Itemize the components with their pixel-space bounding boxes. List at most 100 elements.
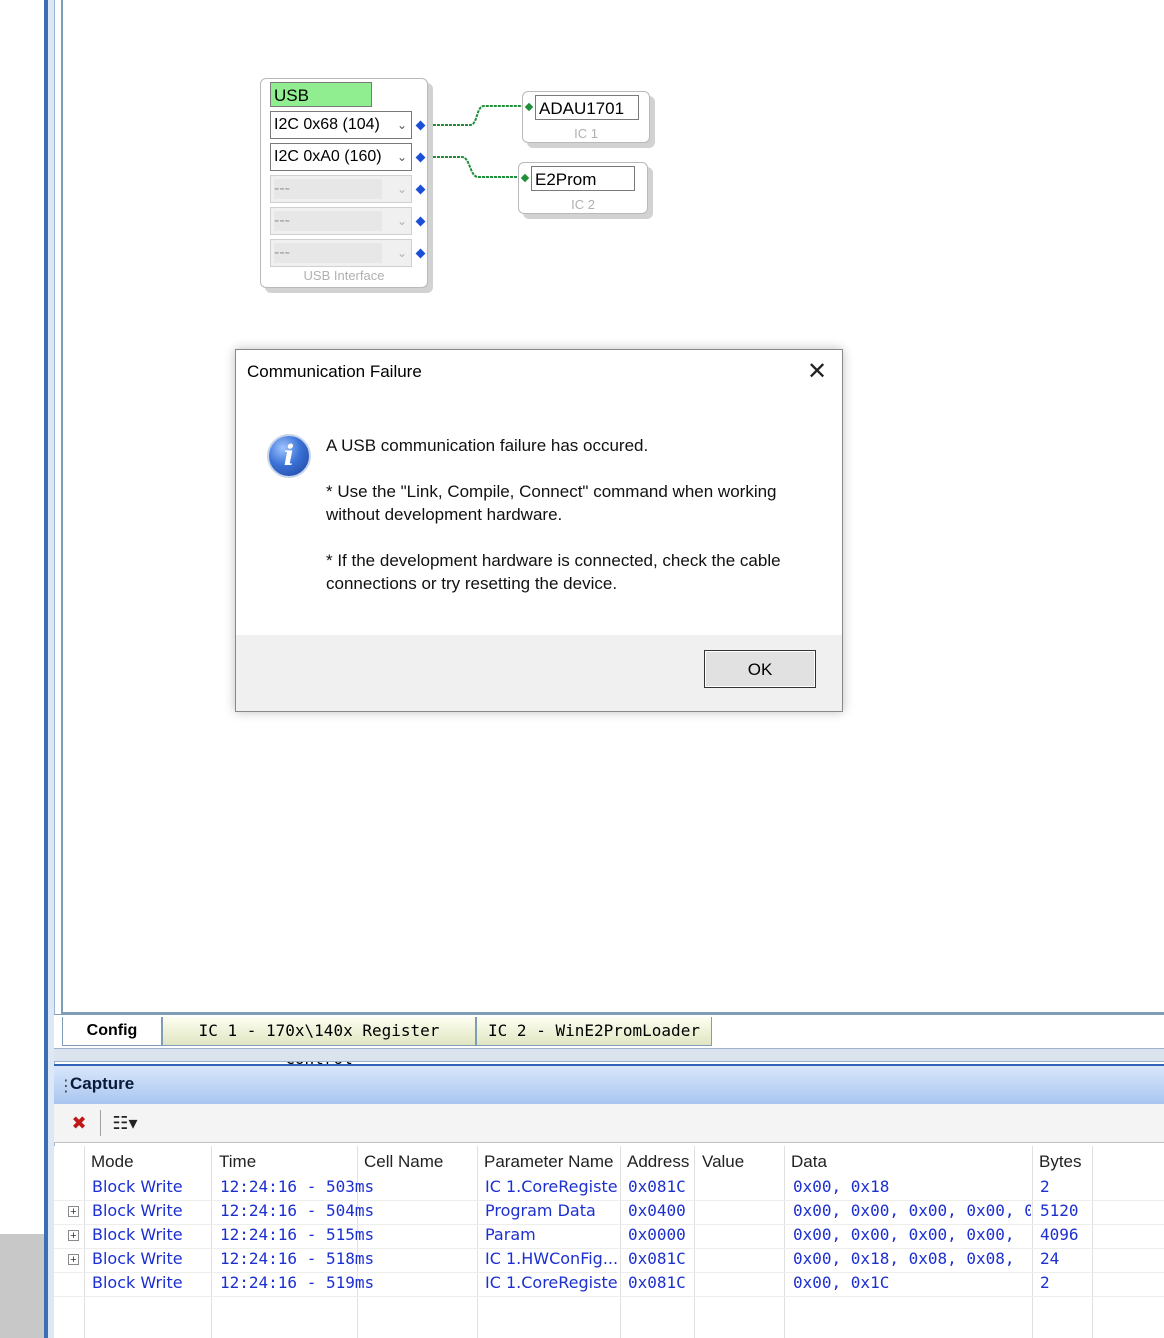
dialog-message-line-2: * Use the "Link, Compile, Connect" comma… [326,482,777,524]
usb-channel-5-select: --- ⌄ [270,239,412,267]
table-row[interactable]: + Block Write 12:24:16 - 515ms Param 0x0… [54,1224,1164,1249]
output-pin-4[interactable] [415,216,426,227]
cell-address: 0x081C [628,1273,686,1292]
ic2-name: E2Prom [531,166,635,191]
capture-toolbar: ✖ ☷▾ [54,1104,1164,1143]
usb-channel-1-label: I2C 0x68 (104) [274,116,380,133]
column-header-value[interactable]: Value [702,1152,744,1172]
cell-data: 0x00, 0x1C [793,1273,890,1292]
usb-channel-1-select[interactable]: I2C 0x68 (104) ⌄ [270,111,412,139]
usb-interface-block[interactable]: USB I2C 0x68 (104) ⌄ I2C 0xA0 (160) ⌄ --… [260,78,428,288]
dialog-message: A USB communication failure has occured.… [326,434,826,618]
cell-parameter-name: IC 1.CoreRegister [485,1273,619,1292]
cell-data: 0x00, 0x00, 0x00, 0x00, [793,1225,1015,1244]
panel-splitter[interactable] [54,1048,1164,1062]
cell-data: 0x00, 0x18, 0x08, 0x08, [793,1249,1015,1268]
clear-capture-icon[interactable]: ✖ [66,1110,92,1136]
usb-block-footer: USB Interface [303,268,385,283]
expand-icon[interactable]: + [68,1206,79,1218]
cell-mode: Block Write [92,1225,183,1244]
usb-channel-2-select[interactable]: I2C 0xA0 (160) ⌄ [270,143,412,171]
communication-failure-dialog: Communication Failure ✕ i A USB communic… [235,349,843,712]
expand-icon[interactable]: + [68,1230,79,1242]
cell-address: 0x081C [628,1249,686,1268]
output-pin-2[interactable] [415,152,426,163]
chevron-down-icon: ⌄ [396,246,407,260]
left-panel-edge [0,1234,46,1338]
column-header-cell-name[interactable]: Cell Name [364,1152,443,1172]
output-pin-5[interactable] [415,248,426,259]
dialog-title: Communication Failure [247,362,422,381]
dialog-message-line-1: A USB communication failure has occured. [326,436,649,455]
ic1-input-pin[interactable] [524,102,534,112]
cell-data: 0x00, 0x18 [793,1177,890,1196]
info-icon: i [267,434,311,478]
columns-dropdown-icon[interactable]: ☷▾ [108,1110,142,1136]
cell-time: 12:24:16 - 515ms [220,1225,375,1244]
usb-channel-3-select: --- ⌄ [270,175,412,203]
tab-ic2-wine2promloader[interactable]: IC 2 - WinE2PromLoader [476,1017,712,1046]
expand-icon[interactable]: + [68,1254,79,1266]
column-header-address[interactable]: Address [627,1152,689,1172]
cell-parameter-name: IC 1.HWConFig... [485,1249,619,1268]
column-header-data[interactable]: Data [791,1152,827,1172]
ic2-block[interactable]: E2Prom IC 2 [518,162,648,214]
toolbar-divider [100,1110,101,1136]
cell-address: 0x081C [628,1177,686,1196]
cell-parameter-name: Param [485,1225,536,1244]
cell-bytes: 2 [1040,1273,1050,1292]
cell-mode: Block Write [92,1201,183,1220]
table-row[interactable]: + Block Write 12:24:16 - 518ms IC 1.HWCo… [54,1248,1164,1273]
close-icon[interactable]: ✕ [804,359,830,385]
ic1-block[interactable]: ADAU1701 IC 1 [522,91,650,143]
cell-parameter-name: Program Data [485,1201,596,1220]
table-row[interactable]: Block Write 12:24:16 - 503ms IC 1.CoreRe… [54,1176,1164,1201]
chevron-down-icon: ⌄ [396,150,407,164]
usb-channel-4-select: --- ⌄ [270,207,412,235]
output-pin-3[interactable] [415,184,426,195]
capture-panel-header: ⋮ Capture [54,1064,1164,1105]
cell-address: 0x0000 [628,1225,686,1244]
capture-grid: Mode Time Cell Name Parameter Name Addre… [54,1146,1164,1338]
cell-mode: Block Write [92,1249,183,1268]
column-header-time[interactable]: Time [219,1152,256,1172]
cell-mode: Block Write [92,1177,183,1196]
grid-header-row: Mode Time Cell Name Parameter Name Addre… [54,1146,1164,1178]
usb-block-title: USB [270,82,372,107]
usb-channel-4-label: --- [274,212,290,229]
usb-channel-5-label: --- [274,244,290,261]
cell-bytes: 5120 [1040,1201,1079,1220]
cell-mode: Block Write [92,1273,183,1292]
cell-time: 12:24:16 - 518ms [220,1249,375,1268]
cell-time: 12:24:16 - 519ms [220,1273,375,1292]
cell-data: 0x00, 0x00, 0x00, 0x00, 0x01, [793,1201,1031,1220]
tab-ic1-register-control[interactable]: IC 1 - 170x\140x Register Control [162,1017,476,1068]
dialog-footer: OK [236,635,842,711]
ic2-input-pin[interactable] [520,173,530,183]
cell-time: 12:24:16 - 504ms [220,1201,375,1220]
column-header-mode[interactable]: Mode [91,1152,134,1172]
cell-bytes: 24 [1040,1249,1060,1268]
dialog-message-line-3: * If the development hardware is connect… [326,551,781,593]
usb-channel-3-label: --- [274,180,290,197]
usb-channel-2-label: I2C 0xA0 (160) [274,148,382,165]
ic2-label: IC 2 [571,197,595,212]
cell-bytes: 4096 [1040,1225,1079,1244]
table-row[interactable]: Block Write 12:24:16 - 519ms IC 1.CoreRe… [54,1272,1164,1297]
document-tab-bar: Config IC 1 - 170x\140x Register Control… [54,1014,1164,1068]
ic1-name: ADAU1701 [535,95,639,120]
chevron-down-icon: ⌄ [396,214,407,228]
cell-bytes: 2 [1040,1177,1050,1196]
cell-address: 0x0400 [628,1201,686,1220]
output-pin-1[interactable] [415,120,426,131]
cell-time: 12:24:16 - 503ms [220,1177,375,1196]
chevron-down-icon: ⌄ [396,182,407,196]
tab-config[interactable]: Config [62,1017,162,1046]
ic1-label: IC 1 [574,126,598,141]
table-row[interactable]: + Block Write 12:24:16 - 504ms Program D… [54,1200,1164,1225]
capture-title: Capture [70,1074,135,1093]
ok-button[interactable]: OK [704,650,816,688]
column-header-bytes[interactable]: Bytes [1039,1152,1082,1172]
chevron-down-icon: ⌄ [396,118,407,132]
column-header-parameter-name[interactable]: Parameter Name [484,1152,613,1172]
